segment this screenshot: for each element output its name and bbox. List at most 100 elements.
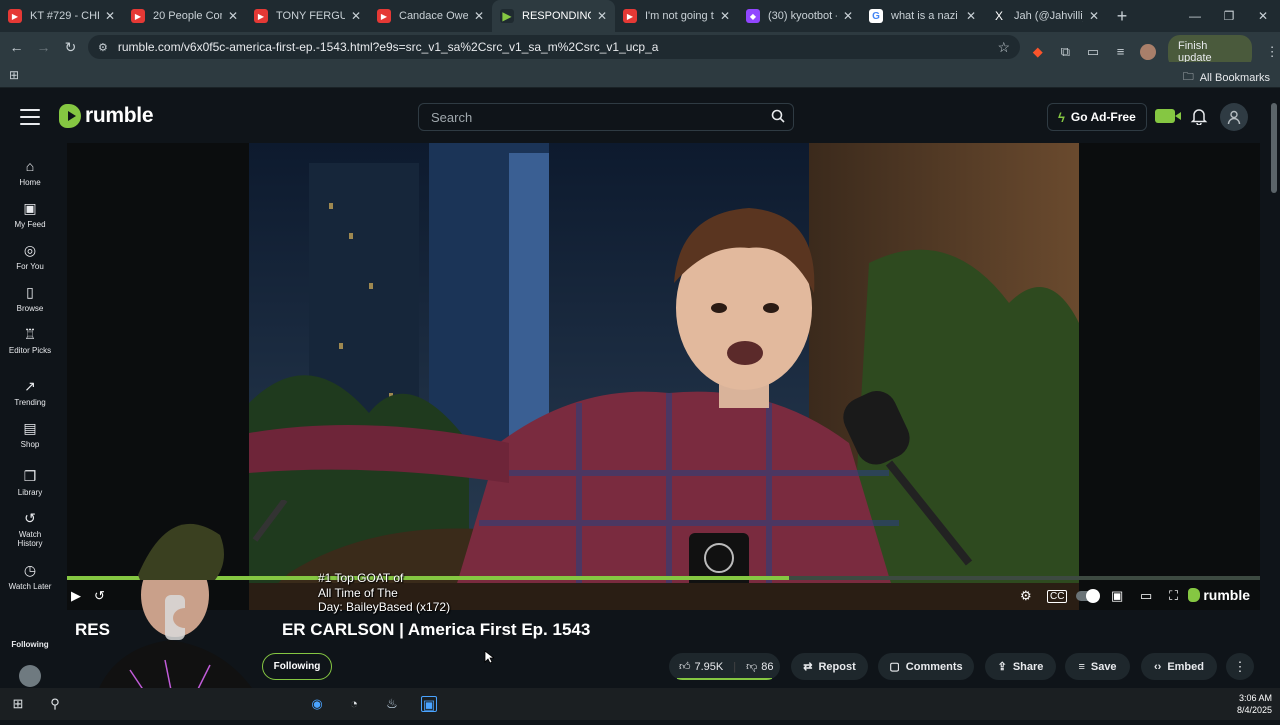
browser-tab[interactable]: X Jah (@Jahvilli) / X ✕ <box>984 0 1107 32</box>
site-info-icon[interactable]: ⚙ <box>98 41 108 54</box>
scrollbar-thumb[interactable] <box>1271 103 1277 193</box>
goat-overlay-text: #1 Top GOAT of All Time of The Day: Bail… <box>318 571 450 615</box>
browser-tab[interactable]: ▶ 20 People Confro ✕ <box>123 0 246 32</box>
user-avatar[interactable] <box>1220 103 1248 131</box>
sidebar-item-for-you[interactable]: ◎ For You <box>0 242 60 271</box>
taskbar-app-icon[interactable]: ◉ <box>309 696 325 712</box>
sidebar-item-library[interactable]: ❐ Library <box>0 468 60 497</box>
browser-tab[interactable]: ▶ Candace Owens: ✕ <box>369 0 492 32</box>
share-label: Share <box>1012 660 1044 673</box>
taskbar-window-icon[interactable]: ▣ <box>421 696 437 712</box>
search-input[interactable] <box>419 104 759 130</box>
tab-close-icon[interactable]: ✕ <box>228 9 238 23</box>
media-control-icon[interactable]: ≡ <box>1113 44 1129 60</box>
embed-code-icon: ‹› <box>1153 660 1162 673</box>
comments-button[interactable]: ▢ Comments <box>878 653 974 680</box>
sidebar-item-label: Watch History <box>17 530 43 548</box>
sidebar-item-watch-later[interactable]: ◷ Watch Later <box>0 562 60 591</box>
browser-tab-strip: ▶ KT #729 - CHRIS ✕ ▶ 20 People Confro ✕ ▶ TONY… <box>0 0 1280 32</box>
dislike-button[interactable]: 👎︎ 86 <box>736 660 780 674</box>
embed-button[interactable]: ‹› Embed <box>1141 653 1217 680</box>
brave-extension-icon[interactable]: ◆ <box>1030 44 1046 60</box>
save-button[interactable]: ≡ Save <box>1065 653 1130 680</box>
tab-close-icon[interactable]: ✕ <box>351 9 361 23</box>
sidebar-item-editor-picks[interactable]: ♖ Editor Picks <box>0 326 60 355</box>
comment-icon: ▢ <box>889 661 900 673</box>
bookmark-star-icon[interactable]: ☆ <box>997 39 1010 56</box>
windows-taskbar: ⊞ ⚲ ◉ ◔ ♨ ▣ 3:06 AM 8/4/2025 <box>0 688 1280 720</box>
miniplayer-icon[interactable]: ▣ <box>1111 588 1123 604</box>
browser-tab[interactable]: ◆ (30) kyootbot - Tw ✕ <box>738 0 861 32</box>
restore-icon[interactable]: ❐ <box>1212 9 1246 23</box>
apps-grid-icon[interactable]: ⊞ <box>9 68 19 82</box>
address-bar[interactable]: ⚙ rumble.com/v6x0f5c-america-first-ep.-1… <box>88 35 1020 59</box>
go-ad-free-button[interactable]: ϟ Go Ad-Free <box>1047 103 1147 131</box>
browser-tab[interactable]: ▶ KT #729 - CHRIS ✕ <box>0 0 123 32</box>
page-scrollbar[interactable] <box>1268 91 1280 688</box>
more-options-icon[interactable]: ⋮ <box>1226 653 1254 680</box>
share-button[interactable]: ⇪ Share <box>985 653 1056 680</box>
extensions-icon[interactable]: ⧉ <box>1058 44 1074 60</box>
reload-icon[interactable]: ↻ <box>57 39 84 56</box>
autoplay-toggle[interactable] <box>1076 589 1100 603</box>
tab-close-icon[interactable]: ✕ <box>843 9 853 23</box>
all-bookmarks-button[interactable]: 🗀 All Bookmarks <box>1183 68 1270 87</box>
player-rumble-logo[interactable]: rumble <box>1188 587 1250 603</box>
taskbar-speed-icon[interactable]: ◔ <box>346 696 362 712</box>
like-button[interactable]: 👍︎ 7.95K <box>669 660 733 674</box>
sidebar-item-shop[interactable]: ▤ Shop <box>0 420 60 449</box>
clock-date: 8/4/2025 <box>1236 705 1272 715</box>
tab-close-icon[interactable]: ✕ <box>597 9 607 23</box>
tab-title: RESPONDING TO <box>522 10 591 22</box>
video-title-rest: ER CARLSON | America First Ep. 1543 <box>281 620 591 639</box>
tab-close-icon[interactable]: ✕ <box>720 9 730 23</box>
close-window-icon[interactable]: ✕ <box>1246 9 1280 23</box>
tab-search-icon[interactable]: ▭ <box>1085 44 1101 60</box>
tab-title: Jah (@Jahvilli) / X <box>1014 10 1083 22</box>
captions-icon[interactable]: CC <box>1047 590 1068 603</box>
rumble-icon: ▶ <box>500 9 514 23</box>
taskbar-search-icon[interactable]: ⚲ <box>47 696 63 712</box>
browser-tab[interactable]: Gwhat is a nazi - G ✕ <box>861 0 984 32</box>
tab-close-icon[interactable]: ✕ <box>1089 9 1099 23</box>
tab-close-icon[interactable]: ✕ <box>966 9 976 23</box>
forward-icon[interactable]: → <box>30 39 57 55</box>
chrome-menu-icon[interactable]: ⋮ <box>1264 44 1280 60</box>
like-ratio-bar <box>677 678 772 680</box>
player-rumble-mark <box>1188 588 1201 602</box>
sidebar-item-browse[interactable]: ▯ Browse <box>0 284 60 313</box>
profile-avatar[interactable] <box>1140 44 1156 60</box>
browser-tab[interactable]: ▶ TONY FERGUSON ✕ <box>246 0 369 32</box>
settings-gear-icon[interactable]: ⚙ <box>1020 588 1032 604</box>
rumble-logo[interactable]: rumble <box>59 104 154 128</box>
steam-icon[interactable]: ♨ <box>384 696 400 712</box>
goat-line-1: #1 Top GOAT of <box>318 571 404 585</box>
browser-tab[interactable]: ▶ I'm not going to ✕ <box>615 0 738 32</box>
tab-title: (30) kyootbot - Tw <box>768 10 837 22</box>
new-tab-button[interactable]: + <box>1107 6 1137 27</box>
browser-tab[interactable]: ▶ RESPONDING TO ✕ <box>492 0 615 32</box>
followed-channel-avatar[interactable] <box>19 665 41 687</box>
windows-start-icon[interactable]: ⊞ <box>10 696 26 712</box>
notifications-bell-icon[interactable] <box>1190 107 1208 125</box>
fullscreen-icon[interactable]: ⛶ <box>1169 588 1178 604</box>
search-icon[interactable] <box>771 109 785 123</box>
goat-line-3: Day: BaileyBased (x172) <box>318 600 451 614</box>
sidebar-item-trending[interactable]: ↗ Trending <box>0 378 60 407</box>
sidebar-item-home[interactable]: ⌂ Home <box>0 158 60 187</box>
minimize-icon[interactable]: — <box>1178 9 1212 23</box>
tab-close-icon[interactable]: ✕ <box>105 9 115 23</box>
menu-icon[interactable] <box>20 109 40 130</box>
back-icon[interactable]: ← <box>3 39 30 55</box>
tab-close-icon[interactable]: ✕ <box>474 9 484 23</box>
system-clock[interactable]: 3:06 AM 8/4/2025 <box>1237 692 1272 716</box>
tab-title: TONY FERGUSON <box>276 10 345 22</box>
theater-mode-icon[interactable]: ▭ <box>1140 588 1152 604</box>
tab-title: I'm not going to <box>645 10 714 22</box>
upload-video-icon[interactable] <box>1155 109 1181 123</box>
shop-icon: ▤ <box>23 420 37 436</box>
sidebar-item-my-feed[interactable]: ▣ My Feed <box>0 200 60 229</box>
repost-button[interactable]: ⇄ Repost <box>791 653 868 680</box>
sidebar-item-watch-history[interactable]: ↺ Watch History <box>0 510 60 548</box>
sidebar-item-label: For You <box>16 262 44 271</box>
